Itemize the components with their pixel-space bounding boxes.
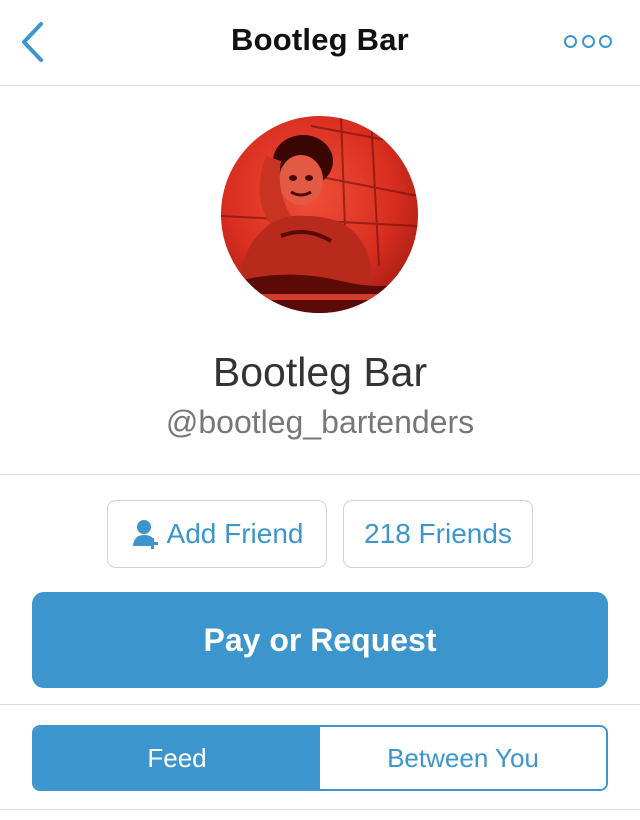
tab-feed-label: Feed xyxy=(147,742,207,773)
profile-header: Bootleg Bar @bootleg_bartenders xyxy=(0,86,640,475)
feed-tabs: Feed Between You xyxy=(32,725,608,791)
avatar[interactable] xyxy=(221,116,418,313)
tab-between-you-label: Between You xyxy=(387,742,539,773)
more-options-icon xyxy=(564,34,577,48)
more-options-icon xyxy=(599,34,612,48)
add-friend-label: Add Friend xyxy=(166,518,304,549)
pay-or-request-label: Pay or Request xyxy=(203,621,437,658)
add-person-icon xyxy=(132,520,158,549)
profile-name: Bootleg Bar xyxy=(212,349,428,395)
divider xyxy=(0,809,640,810)
page-title: Bootleg Bar xyxy=(231,22,409,57)
divider xyxy=(0,704,640,705)
tab-feed[interactable]: Feed xyxy=(34,727,320,789)
more-options-button[interactable] xyxy=(564,28,612,54)
friends-count-label: 218 Friends xyxy=(364,518,512,549)
tab-between-you[interactable]: Between You xyxy=(320,727,606,789)
pay-or-request-button[interactable]: Pay or Request xyxy=(32,592,608,688)
nav-bar: Bootleg Bar xyxy=(0,0,640,86)
friends-count-button[interactable]: 218 Friends xyxy=(343,500,533,568)
profile-handle: @bootleg_bartenders xyxy=(165,404,475,440)
more-options-icon xyxy=(581,34,595,48)
add-friend-button[interactable]: Add Friend xyxy=(107,500,327,568)
